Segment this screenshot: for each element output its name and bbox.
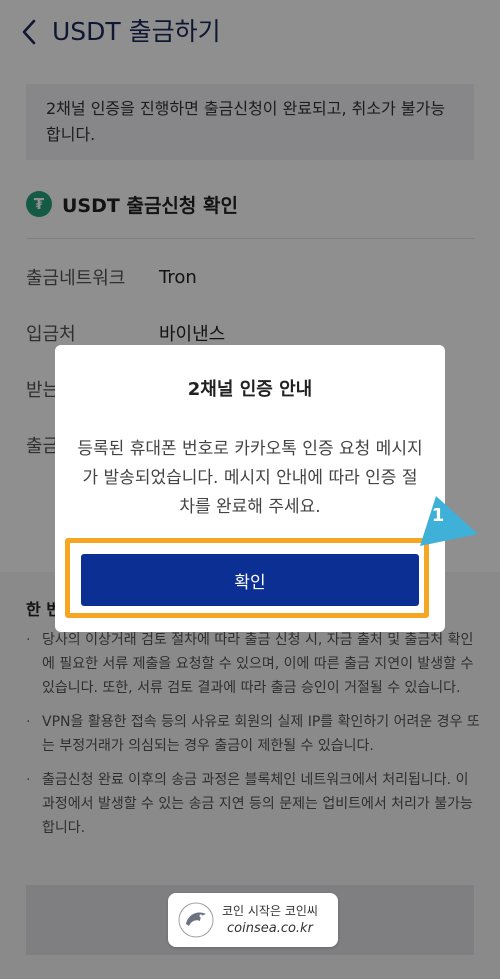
step-number: 1: [431, 505, 445, 526]
watermark-slogan: 코인 시작은 코인씨: [222, 904, 318, 918]
auth-modal: 2채널 인증 안내 등록된 휴대폰 번호로 카카오톡 인증 요청 메시지가 발송…: [55, 345, 445, 632]
modal-title: 2채널 인증 안내: [187, 379, 313, 400]
watermark-url: coinsea.co.kr: [227, 921, 313, 936]
watermark: 코인 시작은 코인씨 coinsea.co.kr: [168, 893, 338, 947]
confirm-button[interactable]: 확인: [81, 554, 419, 606]
withdraw-screen: USDT 출금하기 2채널 인증을 진행하면 출금신청이 완료되고, 취소가 불…: [0, 0, 500, 979]
modal-message: 등록된 휴대폰 번호로 카카오톡 인증 요청 메시지가 발송되었습니다. 메시지…: [77, 439, 423, 517]
coinsea-logo-icon: [178, 902, 214, 938]
